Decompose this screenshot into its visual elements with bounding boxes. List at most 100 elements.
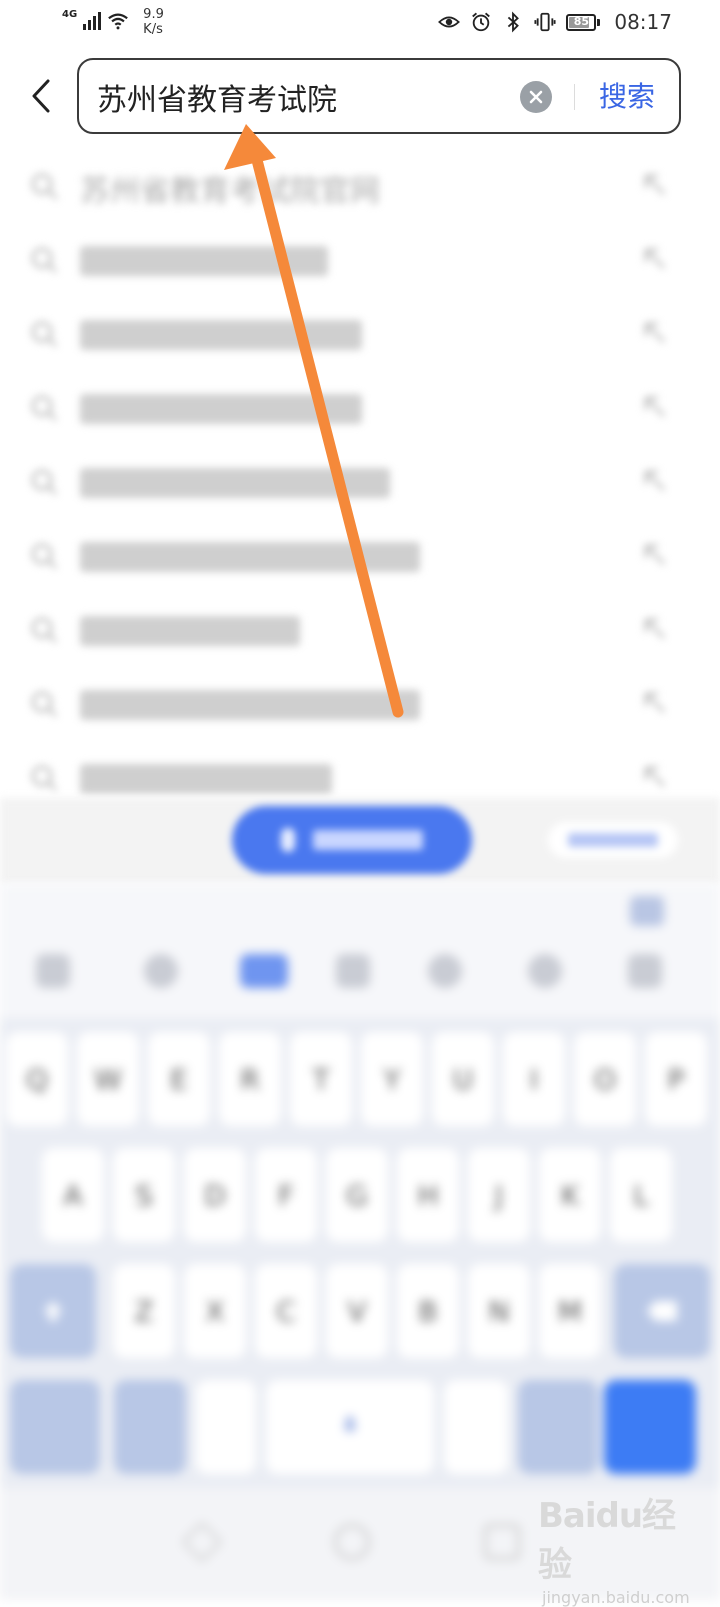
- suggestion-text-blurred: [80, 764, 332, 794]
- network-speed: 9.9 K/s: [143, 7, 164, 37]
- emoji-board-icon[interactable]: [36, 954, 70, 988]
- back-button[interactable]: [22, 74, 60, 118]
- status-right: 85 08:17: [438, 10, 672, 34]
- fill-arrow-icon[interactable]: [640, 614, 670, 644]
- watermark-logo: Baidu经验: [538, 1496, 676, 1585]
- suggestion-text: 苏州省教育考试院官网: [80, 174, 380, 209]
- network-type: 4G: [62, 9, 78, 20]
- search-icon: [31, 543, 58, 570]
- key-q[interactable]: Q: [6, 1032, 68, 1126]
- key-s[interactable]: S: [113, 1148, 175, 1242]
- microphone-icon: [343, 1416, 357, 1432]
- battery-level: 85: [573, 14, 590, 28]
- key-b[interactable]: B: [397, 1264, 459, 1358]
- wifi-icon: [108, 13, 129, 30]
- key-n[interactable]: N: [468, 1264, 530, 1358]
- key-z[interactable]: Z: [113, 1264, 175, 1358]
- voice-side-button[interactable]: [548, 822, 678, 858]
- key-d[interactable]: D: [184, 1148, 246, 1242]
- search-button[interactable]: 搜索: [599, 74, 655, 120]
- nav-recent-icon[interactable]: [484, 1524, 520, 1560]
- fill-arrow-icon[interactable]: [640, 466, 670, 496]
- search-icon: [31, 173, 58, 200]
- key-r[interactable]: R: [219, 1032, 281, 1126]
- fill-arrow-icon[interactable]: [640, 170, 670, 200]
- key-a[interactable]: A: [42, 1148, 104, 1242]
- search-icon[interactable]: [528, 954, 562, 988]
- fill-arrow-icon[interactable]: [640, 688, 670, 718]
- suggestion-item[interactable]: [0, 444, 720, 518]
- key-j[interactable]: J: [468, 1148, 530, 1242]
- voice-search-button[interactable]: [232, 806, 472, 874]
- comma-key[interactable]: [196, 1380, 256, 1474]
- key-o[interactable]: O: [574, 1032, 636, 1126]
- space-key[interactable]: [266, 1380, 434, 1474]
- signal-icon: [83, 10, 102, 30]
- nav-home-icon[interactable]: [334, 1524, 370, 1560]
- numbers-key[interactable]: [114, 1380, 186, 1474]
- key-e[interactable]: E: [148, 1032, 210, 1126]
- search-icon: [31, 395, 58, 422]
- suggestion-item[interactable]: [0, 666, 720, 740]
- eye-icon: [438, 16, 461, 28]
- suggestion-item[interactable]: [0, 222, 720, 296]
- key-m[interactable]: M: [539, 1264, 601, 1358]
- key-u[interactable]: U: [432, 1032, 494, 1126]
- handwriting-icon[interactable]: [336, 954, 370, 988]
- fill-arrow-icon[interactable]: [640, 318, 670, 348]
- suggestion-text-blurred: [80, 394, 362, 424]
- key-t[interactable]: T: [290, 1032, 352, 1126]
- search-icon: [31, 247, 58, 274]
- fill-arrow-icon[interactable]: [640, 392, 670, 422]
- suggestion-text-blurred: [80, 542, 420, 572]
- key-w[interactable]: W: [77, 1032, 139, 1126]
- key-g[interactable]: G: [326, 1148, 388, 1242]
- period-key[interactable]: [444, 1380, 508, 1474]
- voice-input-icon[interactable]: [240, 954, 288, 988]
- key-i[interactable]: I: [503, 1032, 565, 1126]
- key-p[interactable]: P: [645, 1032, 707, 1126]
- key-c[interactable]: C: [255, 1264, 317, 1358]
- key-y[interactable]: Y: [361, 1032, 423, 1126]
- key-f[interactable]: F: [255, 1148, 317, 1242]
- suggestion-item[interactable]: [0, 370, 720, 444]
- shift-key[interactable]: [10, 1264, 96, 1358]
- suggestion-text-blurred: [80, 616, 300, 646]
- back-arrow-icon: [32, 79, 50, 113]
- suggestion-item[interactable]: [0, 592, 720, 666]
- baidu-watermark: Baidu经验 jingyan.baidu.com: [538, 1488, 690, 1607]
- cursor-icon[interactable]: [428, 954, 462, 988]
- fill-arrow-icon[interactable]: [640, 244, 670, 274]
- suggestion-text-blurred: [80, 690, 420, 720]
- keyboard-collapse-icon[interactable]: [630, 896, 664, 926]
- enter-key[interactable]: [604, 1380, 696, 1474]
- fill-arrow-icon[interactable]: [640, 540, 670, 570]
- clock: 08:17: [614, 10, 672, 34]
- suggestion-item[interactable]: [0, 296, 720, 370]
- shift-icon: [43, 1301, 63, 1321]
- search-icon: [31, 765, 58, 792]
- smile-icon[interactable]: [144, 954, 178, 988]
- language-key[interactable]: [518, 1380, 598, 1474]
- search-icon: [31, 691, 58, 718]
- key-k[interactable]: K: [539, 1148, 601, 1242]
- nav-back-icon[interactable]: [181, 1521, 223, 1563]
- clear-icon: [529, 90, 543, 104]
- key-x[interactable]: X: [184, 1264, 246, 1358]
- suggestion-text-blurred: [80, 468, 390, 498]
- clear-button[interactable]: [520, 81, 552, 113]
- backspace-icon: [647, 1301, 677, 1321]
- key-h[interactable]: H: [397, 1148, 459, 1242]
- voice-search-bar: [0, 798, 720, 884]
- suggestion-item[interactable]: [0, 518, 720, 592]
- key-v[interactable]: V: [326, 1264, 388, 1358]
- key-l[interactable]: L: [610, 1148, 672, 1242]
- suggestion-item-first[interactable]: 苏州省教育考试院官网: [0, 148, 720, 222]
- status-bar: 4G 9.9 K/s 85 08:17: [0, 0, 720, 48]
- search-input[interactable]: [97, 72, 507, 122]
- symbols-key[interactable]: [10, 1380, 100, 1474]
- fill-arrow-icon[interactable]: [640, 762, 670, 792]
- clipboard-icon[interactable]: [628, 954, 662, 988]
- search-box: 搜索: [77, 58, 681, 134]
- backspace-key[interactable]: [614, 1264, 710, 1358]
